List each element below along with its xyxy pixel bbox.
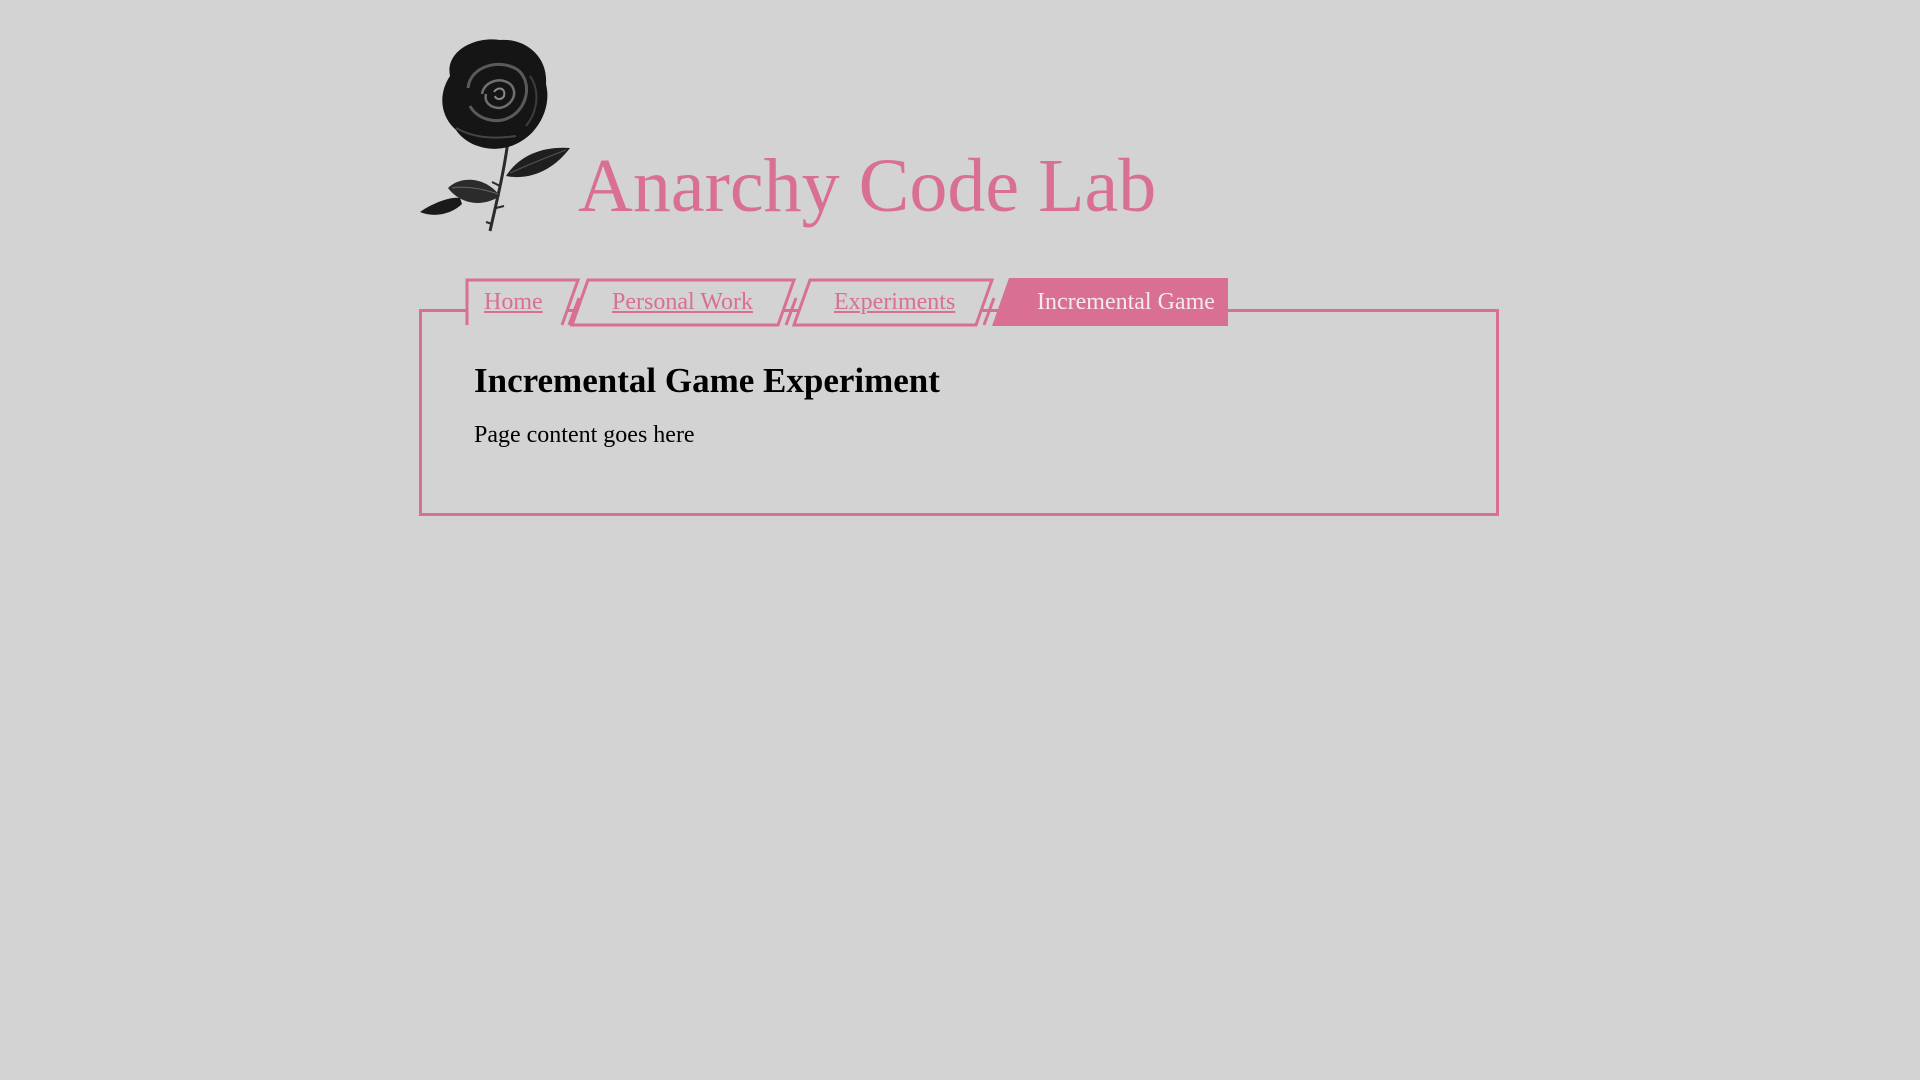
tab-experiments[interactable]: Experiments [791,278,997,327]
tab-home-label[interactable]: Home [484,278,543,326]
tab-experiments-label[interactable]: Experiments [834,278,955,326]
tab-incremental-game-label[interactable]: Incremental Game [1037,278,1215,326]
tab-personal-work[interactable]: Personal Work [569,278,800,327]
site-header: Anarchy Code Lab [420,36,1320,236]
tab-home[interactable]: Home [465,278,581,326]
page-heading: Incremental Game Experiment [474,361,940,400]
tab-personal-work-label[interactable]: Personal Work [612,278,753,326]
main-content: Incremental Game Experiment Page content… [474,360,940,449]
black-rose-icon [420,36,570,236]
site-title: Anarchy Code Lab [578,144,1157,228]
tab-incremental-game[interactable]: Incremental Game [992,278,1228,326]
page: Anarchy Code Lab Home Personal Work Expe… [0,0,1920,1080]
page-body-text: Page content goes here [474,422,695,448]
